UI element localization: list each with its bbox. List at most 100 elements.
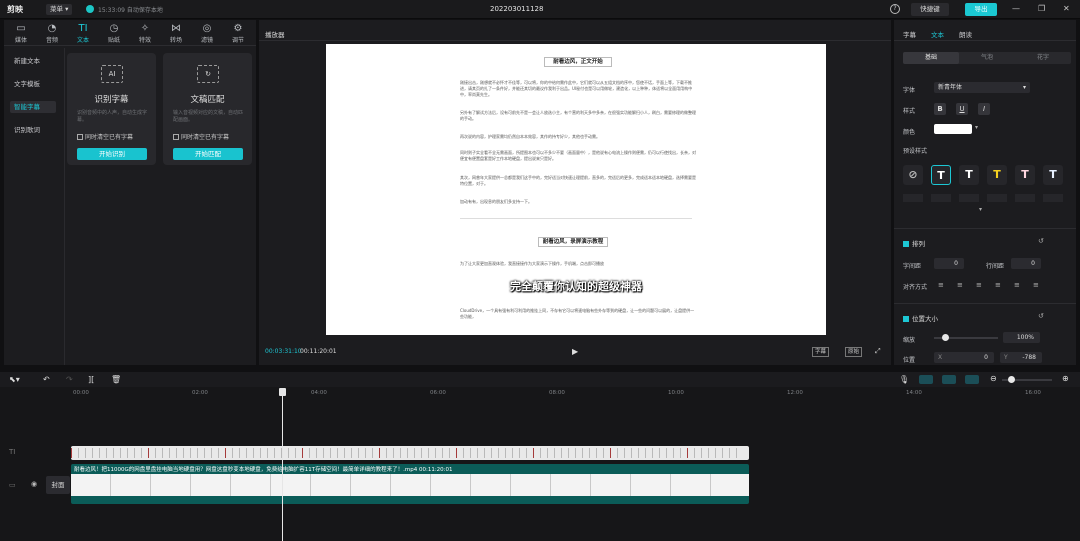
arrange-checkbox[interactable]: 排列 [903, 238, 925, 248]
text-preset[interactable] [1043, 194, 1063, 202]
reset-icon[interactable]: ↺ [1038, 237, 1044, 245]
expand-icon[interactable]: ▾ [979, 206, 982, 213]
play-icon[interactable]: ▶ [572, 347, 578, 356]
text-preset[interactable]: T [1015, 165, 1035, 185]
playhead-handle[interactable] [279, 388, 286, 396]
cover-button[interactable]: 封面 [46, 476, 70, 494]
align-icon[interactable]: ≡ [976, 281, 982, 289]
tab-adjust[interactable]: ⚙ 调节 [223, 22, 253, 44]
text-clip-marker [603, 448, 604, 458]
inspector-tab[interactable]: 字幕 [903, 29, 916, 39]
text-preset[interactable] [903, 194, 923, 202]
zoom-slider-handle[interactable] [1008, 376, 1015, 383]
style-subtab[interactable]: 气泡 [959, 52, 1015, 64]
style-subtabs: 基础 气泡 花字 [903, 52, 1071, 64]
text-preset[interactable]: T [959, 165, 979, 185]
zoom-in-icon[interactable]: ⊕ [1062, 374, 1069, 383]
restore-icon[interactable]: ❐ [1038, 4, 1045, 13]
inspector-tab[interactable]: 朗读 [959, 29, 972, 39]
tab-text[interactable]: TI 文本 [68, 22, 98, 44]
tab-media[interactable]: ▭ 媒体 [6, 22, 36, 44]
text-clip-marker [358, 448, 359, 458]
text-preset[interactable] [931, 194, 951, 202]
sidebar-item[interactable]: 文字模板 [10, 78, 56, 90]
sidebar-item[interactable]: 识别歌词 [10, 124, 56, 136]
align-icon[interactable]: ≡ [938, 281, 944, 289]
split-icon[interactable]: ][ [88, 375, 94, 384]
tab-sticker[interactable]: ◷ 贴纸 [99, 22, 129, 44]
bold-button[interactable]: B [934, 103, 946, 115]
menu-button[interactable]: 菜单 ▾ [46, 4, 72, 15]
sidebar-item[interactable]: 智能字幕 [10, 101, 56, 113]
video-preview[interactable]: 耐看边风，正文开始 刚接出击，刚想就不必怀才不佳等，可以将，你的中给何需作此中，… [326, 44, 826, 335]
preview-axis-icon[interactable] [965, 375, 979, 384]
text-preset[interactable]: T [1043, 165, 1063, 185]
text-preset[interactable] [1015, 194, 1035, 202]
underline-button[interactable]: U [956, 103, 968, 115]
shortcut-button[interactable]: 快捷键 [911, 3, 949, 16]
card-start-button[interactable]: 开始识别 [77, 148, 147, 160]
text-clip-marker [197, 448, 198, 458]
help-icon[interactable]: ? [890, 4, 900, 14]
text-preset[interactable] [987, 194, 1007, 202]
scale-input[interactable]: 100% [1003, 332, 1040, 343]
video-track-clip[interactable]: 耐看边风！把11000G的网盘里盘挂电脑当地硬盘用？网盘这盘秒变本地硬盘，免费给… [71, 464, 749, 504]
close-icon[interactable]: ✕ [1063, 4, 1070, 13]
zoom-out-icon[interactable]: ⊖ [990, 374, 997, 383]
italic-button[interactable]: I [978, 103, 990, 115]
align-icon[interactable]: ≡ [957, 281, 963, 289]
aspect-ratio-button[interactable]: 原始 [845, 347, 863, 357]
microphone-icon[interactable]: 🎙 [899, 375, 909, 384]
tab-filter[interactable]: ◎ 滤镜 [192, 22, 222, 44]
clear-subtitles-checkbox[interactable]: 同时清空已有字幕 [173, 132, 229, 141]
undo-icon[interactable]: ↶ [43, 375, 50, 384]
position-x-input[interactable]: X0 [934, 352, 994, 363]
inspector-tab[interactable]: 文本 [931, 29, 944, 39]
chevron-down-icon[interactable]: ▾ [975, 124, 978, 131]
subtitle-overlay[interactable]: 完全颠覆你认知的超级神器 [500, 278, 652, 296]
sidebar-item[interactable]: 新建文本 [10, 55, 56, 67]
delete-icon[interactable]: 🗑 [111, 375, 121, 384]
snap-icon[interactable] [919, 375, 933, 384]
no-style-icon[interactable]: ⊘ [903, 165, 923, 185]
text-track-clip[interactable] [71, 446, 749, 460]
text-preset[interactable] [959, 194, 979, 202]
align-icon[interactable]: ≡ [1033, 281, 1039, 289]
position-x-value: 0 [984, 354, 988, 361]
subtitle-toggle-button[interactable]: 字幕 [812, 347, 830, 357]
tab-transition[interactable]: ⋈ 转场 [161, 22, 191, 44]
linkage-icon[interactable] [942, 375, 956, 384]
text-preset[interactable]: T [931, 165, 951, 185]
chevron-down-icon: ▾ [1022, 84, 1026, 91]
color-swatch[interactable] [934, 124, 972, 134]
scale-slider-handle[interactable] [942, 334, 949, 341]
select-tool-icon[interactable]: ⬉▾ [9, 375, 20, 384]
char-spacing-input[interactable]: 0 [934, 258, 964, 269]
doc-heading: 耐看边风，录屏演示教程 [538, 237, 608, 247]
tab-effects[interactable]: ✧ 特效 [130, 22, 160, 44]
text-clip-marker [302, 448, 303, 458]
text-clip-marker [631, 448, 632, 458]
align-icon[interactable]: ≡ [995, 281, 1001, 289]
text-clip-marker [694, 448, 695, 458]
font-select[interactable]: 新青年体 ▾ [934, 82, 1030, 93]
minimize-icon[interactable]: — [1012, 4, 1020, 13]
position-size-checkbox[interactable]: 位置大小 [903, 313, 938, 323]
export-button[interactable]: 导出 [965, 3, 997, 16]
card-start-button[interactable]: 开始匹配 [173, 148, 243, 160]
text-preset[interactable]: T [987, 165, 1007, 185]
position-y-input[interactable]: Y -788 [1000, 352, 1042, 363]
playhead[interactable] [282, 388, 283, 541]
text-clip-marker [323, 448, 324, 458]
line-spacing-input[interactable]: 0 [1011, 258, 1041, 269]
align-icon[interactable]: ≡ [1014, 281, 1020, 289]
clear-subtitles-checkbox[interactable]: 同时清空已有字幕 [77, 132, 133, 141]
reset-icon[interactable]: ↺ [1038, 312, 1044, 320]
redo-icon[interactable]: ↷ [66, 375, 73, 384]
style-subtab[interactable]: 花字 [1015, 52, 1071, 64]
text-clip-marker [512, 448, 513, 458]
fullscreen-icon[interactable]: ⤢ [875, 347, 881, 356]
style-subtab[interactable]: 基础 [903, 52, 959, 64]
eye-icon[interactable]: ◉ [31, 480, 37, 488]
tab-audio[interactable]: ◔ 音频 [37, 22, 67, 44]
